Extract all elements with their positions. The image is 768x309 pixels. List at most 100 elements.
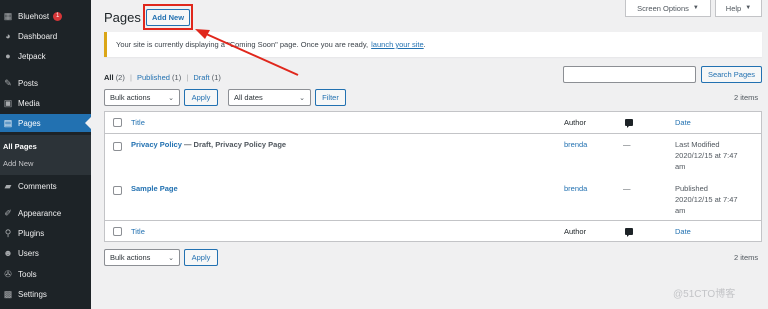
notice-text: Your site is currently displaying a "Com…	[116, 40, 369, 49]
row-checkbox[interactable]	[113, 186, 122, 195]
sidebar-item-label: Bluehost	[18, 11, 50, 21]
media-icon: ▣	[3, 97, 13, 108]
plugins-icon: ⚲	[4, 227, 12, 238]
row-title-cell: Privacy Policy — Draft, Privacy Policy P…	[131, 140, 286, 149]
author-column-footer: Author	[564, 227, 587, 236]
chevron-down-icon: ⌄	[168, 255, 174, 262]
sidebar-item-posts[interactable]: ✎ Posts	[0, 74, 91, 92]
view-filters: All (2) | Published (1) | Draft (1)	[104, 73, 221, 82]
sidebar-item-plugins[interactable]: ⚲ Plugins	[0, 224, 91, 242]
users-icon: ☻	[3, 248, 13, 258]
pages-table: Title Author Date Privacy Policy — Draft…	[104, 111, 762, 242]
caret-down-icon: ▼	[692, 5, 699, 11]
author-column-header: Author	[564, 118, 587, 127]
chevron-down-icon: ⌄	[299, 95, 305, 102]
row-comments: —	[623, 140, 631, 149]
row-state: — Draft, Privacy Policy Page	[183, 140, 287, 149]
row-title-link[interactable]: Sample Page	[131, 184, 178, 193]
grid-icon: ▦	[3, 10, 13, 21]
notification-badge: 1	[53, 11, 63, 21]
table-row: Privacy Policy — Draft, Privacy Policy P…	[105, 134, 761, 178]
comment-icon	[625, 119, 633, 128]
sidebar-item-jetpack[interactable]: ● Jetpack	[0, 47, 91, 65]
sidebar-item-bluehost[interactable]: ▦ Bluehost 1	[0, 7, 91, 25]
apply-button-bottom[interactable]: Apply	[184, 249, 218, 266]
sidebar-item-settings[interactable]: ▩ Settings	[0, 285, 91, 303]
title-column-footer[interactable]: Title	[131, 227, 145, 236]
help-label: Help	[725, 3, 742, 13]
page-title: Pages	[104, 10, 141, 25]
watermark-text: @51CTO博客	[673, 289, 736, 300]
items-count: 2 items	[734, 93, 759, 102]
separator: |	[186, 73, 189, 82]
row-title-link[interactable]: Privacy Policy	[131, 140, 182, 149]
comments-icon: ▰	[4, 180, 12, 191]
sidebar-item-label: Tools	[18, 269, 37, 279]
sidebar-item-appearance[interactable]: ✐ Appearance	[0, 204, 91, 222]
screen-options-label: Screen Options	[637, 3, 689, 13]
appearance-icon: ✐	[4, 207, 12, 218]
sidebar-item-label: Jetpack	[18, 51, 46, 61]
pages-submenu: All Pages Add New	[0, 135, 91, 175]
date-column-header[interactable]: Date	[675, 118, 691, 127]
chevron-down-icon: ⌄	[168, 95, 174, 102]
view-draft-link[interactable]: Draft (1)	[193, 73, 221, 82]
apply-button[interactable]: Apply	[184, 89, 218, 106]
main-content: Pages Add New Screen Options ▼ Help ▼ Yo…	[91, 0, 768, 309]
admin-sidebar: ▦ Bluehost 1 ◕ Dashboard ● Jetpack ✎ Pos…	[0, 0, 91, 309]
sidebar-item-label: Appearance	[18, 208, 62, 218]
row-date: Published 2020/12/15 at 7:47 am	[675, 184, 738, 215]
row-author-link[interactable]: brenda	[564, 140, 587, 149]
search-pages-button[interactable]: Search Pages	[701, 66, 762, 83]
row-date: Last Modified 2020/12/15 at 7:47 am	[675, 140, 738, 171]
sidebar-item-label: Comments	[18, 181, 57, 191]
row-comments: —	[623, 184, 631, 193]
pin-icon: ✎	[4, 77, 12, 88]
row-checkbox[interactable]	[113, 142, 122, 151]
sidebar-item-label: Media	[18, 98, 40, 108]
tools-icon: ✇	[4, 268, 12, 279]
submenu-add-new[interactable]: Add New	[3, 159, 33, 168]
select-all-checkbox[interactable]	[113, 118, 122, 127]
comment-icon	[625, 228, 633, 237]
items-count-bottom: 2 items	[734, 253, 759, 262]
sidebar-item-dashboard[interactable]: ◕ Dashboard	[0, 27, 91, 45]
bulk-actions-select-bottom[interactable]: Bulk actions ⌄	[104, 249, 180, 266]
date-column-footer[interactable]: Date	[675, 227, 691, 236]
sidebar-item-media[interactable]: ▣ Media	[0, 94, 91, 112]
notice-suffix: .	[423, 40, 426, 49]
sidebar-item-label: Dashboard	[18, 31, 58, 41]
sidebar-item-tools[interactable]: ✇ Tools	[0, 265, 91, 283]
add-new-button[interactable]: Add New	[146, 9, 190, 26]
coming-soon-notice: Your site is currently displaying a "Com…	[104, 32, 762, 57]
view-all-link[interactable]: All (2)	[104, 73, 125, 82]
sidebar-item-users[interactable]: ☻ Users	[0, 244, 91, 262]
submenu-all-pages[interactable]: All Pages	[3, 142, 37, 151]
table-footer: Title Author Date	[105, 220, 761, 242]
screen-options-button[interactable]: Screen Options ▼	[625, 0, 711, 17]
row-author-link[interactable]: brenda	[564, 184, 587, 193]
sidebar-item-label: Plugins	[18, 228, 45, 238]
dates-select[interactable]: All dates ⌄	[228, 89, 311, 106]
title-column-header[interactable]: Title	[131, 118, 145, 127]
row-title-cell: Sample Page	[131, 184, 178, 193]
sidebar-item-label: Posts	[18, 78, 39, 88]
filter-button[interactable]: Filter	[315, 89, 346, 106]
launch-site-link[interactable]: launch your site	[371, 40, 424, 49]
jetpack-icon: ●	[5, 51, 11, 61]
sidebar-item-comments[interactable]: ▰ Comments	[0, 177, 91, 195]
select-all-checkbox-bottom[interactable]	[113, 227, 122, 236]
dashboard-icon: ◕	[5, 31, 11, 41]
separator: |	[129, 73, 132, 82]
pages-icon: ▤	[3, 117, 13, 128]
sidebar-item-label: Settings	[18, 289, 47, 299]
view-published-link[interactable]: Published (1)	[137, 73, 181, 82]
bulk-actions-select[interactable]: Bulk actions ⌄	[104, 89, 180, 106]
search-input[interactable]	[563, 66, 696, 83]
sidebar-item-label: Users	[18, 248, 39, 258]
sidebar-item-pages[interactable]: ▤ Pages	[0, 114, 91, 132]
settings-icon: ▩	[3, 288, 13, 299]
table-row: Sample Page brenda — Published 2020/12/1…	[105, 178, 761, 220]
help-button[interactable]: Help ▼	[715, 0, 762, 17]
sidebar-item-label: Pages	[18, 118, 41, 128]
